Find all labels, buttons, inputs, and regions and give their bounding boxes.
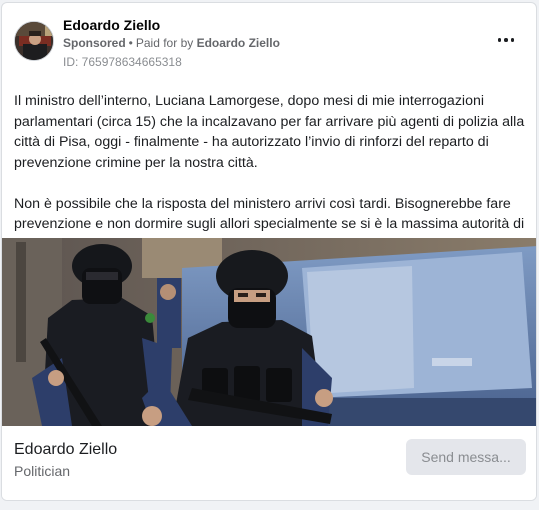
ad-card: Edoardo Ziello Sponsored • Paid for by Edo… — [1, 2, 537, 501]
post-paragraph-line: Non è possibile che la risposta del mini… — [14, 195, 511, 212]
police-officers-photo — [2, 238, 536, 426]
post-paragraph-line: prevenzione e non dormire sugli allori s… — [14, 216, 526, 232]
post-text: Il ministro dell’interno, Luciana Lamorg… — [14, 91, 526, 235]
more-horizontal-icon — [504, 38, 508, 42]
sponsored-line: Sponsored • Paid for by Edoardo Ziello — [63, 35, 280, 51]
avatar[interactable] — [14, 21, 54, 61]
post-header: Edoardo Ziello Sponsored • Paid for by Edo… — [2, 3, 536, 79]
post-image[interactable] — [2, 238, 536, 426]
avatar-image — [15, 22, 53, 60]
ad-footer: Edoardo Ziello Politician Send messa... — [2, 426, 536, 500]
footer-page-category: Politician — [14, 463, 71, 479]
separator-dot: • — [128, 36, 133, 50]
sponsored-label[interactable]: Sponsored — [63, 36, 126, 50]
more-horizontal-icon — [510, 38, 515, 42]
more-horizontal-icon — [497, 38, 502, 42]
paid-for-label: Paid for by — [135, 36, 194, 50]
post-paragraph: Il ministro dell’interno, Luciana Lamorg… — [14, 93, 525, 171]
post-paragraph: Non è possibile che la risposta del mini… — [14, 194, 526, 235]
page-name[interactable]: Edoardo Ziello — [63, 16, 160, 34]
ad-id: ID: 765978634665318 — [63, 55, 182, 69]
more-options-button[interactable] — [494, 30, 518, 50]
footer-page-name[interactable]: Edoardo Ziello — [14, 440, 117, 460]
paid-for-name[interactable]: Edoardo Ziello — [197, 36, 280, 50]
send-message-button[interactable]: Send messa... — [406, 439, 526, 475]
